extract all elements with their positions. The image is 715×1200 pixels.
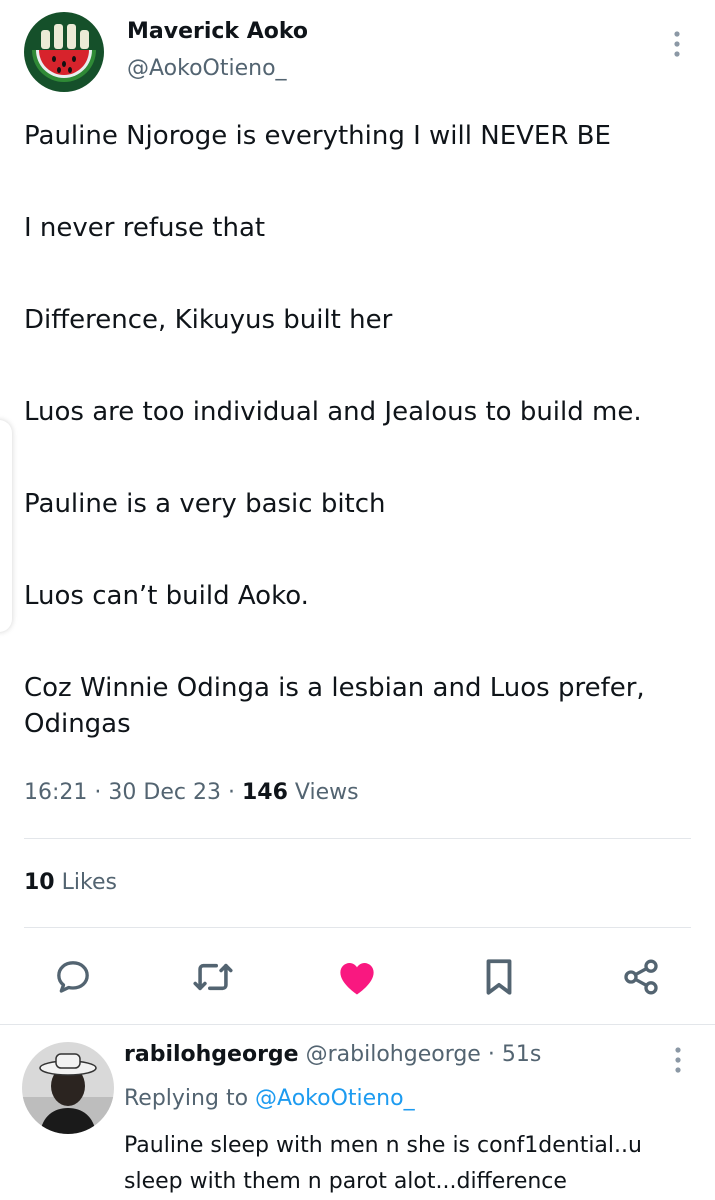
more-options-icon[interactable]: [662, 30, 692, 60]
tweet-paragraph: Luos are too individual and Jealous to b…: [24, 397, 642, 427]
retweet-button[interactable]: [186, 950, 240, 1004]
views-label: Views: [294, 780, 359, 805]
tweet-date[interactable]: 30 Dec 23: [108, 780, 221, 805]
author-name[interactable]: Maverick Aoko: [127, 19, 308, 44]
share-icon: [624, 959, 658, 995]
divider: [24, 927, 691, 928]
reply-avatar[interactable]: [22, 1042, 114, 1134]
tweet-text: Pauline Njoroge is everything I will NEV…: [24, 118, 694, 742]
reply-time[interactable]: 51s: [502, 1042, 541, 1067]
likes-stat[interactable]: 10 Likes: [24, 870, 117, 895]
tweet-paragraph: Difference, Kikuyus built her: [24, 305, 393, 335]
replying-to: Replying to @AokoOtieno_: [124, 1086, 415, 1111]
replying-label: Replying to: [124, 1086, 249, 1111]
bookmark-icon: [486, 959, 512, 995]
reply-header: rabilohgeorge @rabilohgeorge · 51s: [124, 1042, 541, 1067]
reply-author-handle[interactable]: @rabilohgeorge: [306, 1042, 481, 1067]
author-handle[interactable]: @AokoOtieno_: [127, 56, 287, 81]
reply-more-options-icon[interactable]: [664, 1046, 692, 1074]
tweet-paragraph: Luos can’t build Aoko.: [24, 581, 309, 611]
bookmark-button[interactable]: [472, 950, 526, 1004]
tweet-paragraph: Pauline is a very basic bitch: [24, 489, 386, 519]
replying-to-handle[interactable]: @AokoOtieno_: [255, 1086, 415, 1111]
tweet-meta: 16:21 · 30 Dec 23 · 146 Views: [24, 780, 359, 805]
reply-text: Pauline sleep with men n she is conf1den…: [124, 1133, 642, 1194]
tweet-paragraph: Pauline Njoroge is everything I will NEV…: [24, 121, 611, 151]
tweet-time[interactable]: 16:21: [24, 780, 87, 805]
likes-label: Likes: [61, 870, 117, 895]
retweet-icon: [193, 963, 233, 991]
comment-icon: [57, 961, 89, 993]
like-button[interactable]: [330, 950, 384, 1004]
meta-separator: ·: [94, 780, 109, 805]
tweet-paragraph: Coz Winnie Odinga is a lesbian and Luos …: [24, 673, 645, 739]
share-button[interactable]: [614, 950, 668, 1004]
tweet-paragraph: I never refuse that: [24, 213, 266, 243]
reply-button[interactable]: [46, 950, 100, 1004]
meta-separator: ·: [487, 1042, 502, 1067]
views-count: 146: [241, 780, 288, 805]
likes-count: 10: [24, 870, 55, 895]
reply-tweet[interactable]: rabilohgeorge @rabilohgeorge · 51s Reply…: [0, 1024, 715, 1200]
divider: [24, 838, 691, 839]
reply-author-name[interactable]: rabilohgeorge: [124, 1042, 299, 1067]
meta-separator: ·: [227, 780, 242, 805]
like-icon: [340, 963, 374, 995]
side-edge-handle[interactable]: [0, 420, 12, 632]
author-avatar[interactable]: [24, 12, 104, 92]
